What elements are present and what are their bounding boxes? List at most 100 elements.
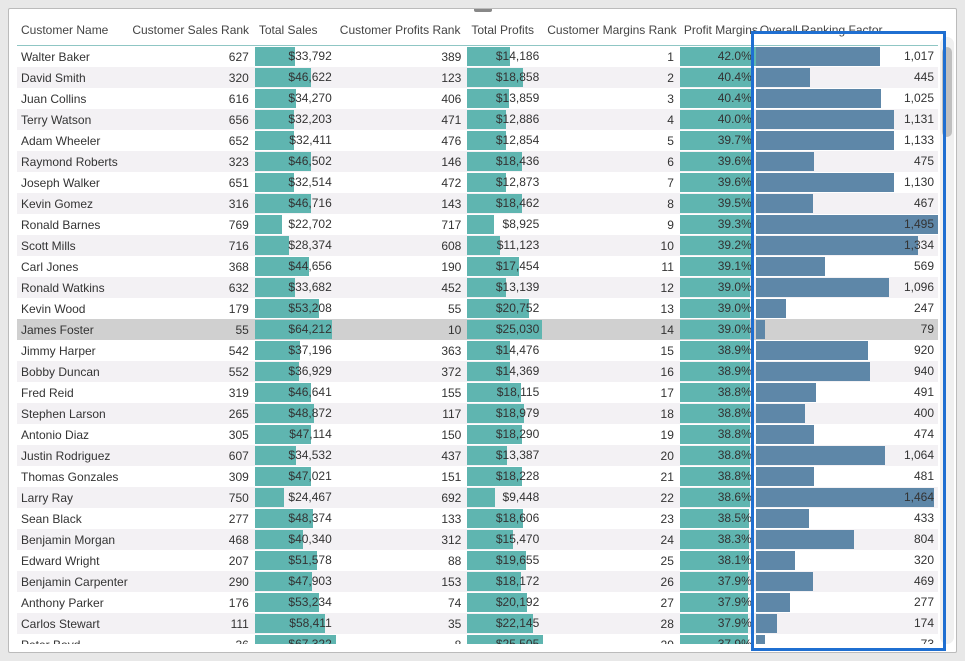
- margins-rank-cell: 23: [543, 512, 680, 526]
- overall-ranking-bar: 491: [756, 382, 938, 403]
- table-row[interactable]: Ronald Barnes769$22,702717$8,925939.3%1,…: [17, 214, 938, 235]
- table-row[interactable]: Anthony Parker176$53,23474$20,1922737.9%…: [17, 592, 938, 613]
- total-profits-bar: $18,462: [467, 193, 543, 214]
- overall-ranking-bar: 569: [756, 256, 938, 277]
- table-row[interactable]: Antonio Diaz305$47,114150$18,2901938.8%4…: [17, 424, 938, 445]
- vertical-scrollbar[interactable]: [940, 37, 954, 644]
- sales-rank-cell: 320: [128, 71, 255, 85]
- overall-ranking-bar: 920: [756, 340, 938, 361]
- profits-rank-cell: 146: [336, 155, 468, 169]
- overall-ranking-bar: 1,464: [756, 487, 938, 508]
- sales-rank-cell: 277: [128, 512, 255, 526]
- profits-rank-cell: 692: [336, 491, 468, 505]
- sales-rank-cell: 179: [128, 302, 255, 316]
- sales-rank-cell: 309: [128, 470, 255, 484]
- col-header-sales-rank[interactable]: Customer Sales Rank: [128, 17, 255, 46]
- overall-ranking-bar: 1,025: [756, 88, 938, 109]
- resize-handle-top[interactable]: [474, 8, 492, 12]
- profits-rank-cell: 155: [336, 386, 468, 400]
- profit-margins-bar: 38.1%: [680, 550, 756, 571]
- table-row[interactable]: Ronald Watkins632$33,682452$13,1391239.0…: [17, 277, 938, 298]
- table-row[interactable]: Carlos Stewart111$58,41135$22,1452837.9%…: [17, 613, 938, 634]
- margins-rank-cell: 15: [543, 344, 680, 358]
- margins-rank-cell: 19: [543, 428, 680, 442]
- sales-rank-cell: 368: [128, 260, 255, 274]
- sales-rank-cell: 769: [128, 218, 255, 232]
- table-row[interactable]: Carl Jones368$44,656190$17,4541139.1%569: [17, 256, 938, 277]
- total-profits-bar: $12,854: [467, 130, 543, 151]
- table-row[interactable]: Juan Collins616$34,270406$13,859340.4%1,…: [17, 88, 938, 109]
- customer-name-cell: Terry Watson: [17, 113, 95, 127]
- profits-rank-cell: 472: [336, 176, 468, 190]
- total-sales-bar: $32,203: [255, 109, 336, 130]
- table-row[interactable]: Edward Wright207$51,57888$19,6552538.1%3…: [17, 550, 938, 571]
- sales-rank-cell: 290: [128, 575, 255, 589]
- table-row[interactable]: Larry Ray750$24,467692$9,4482238.6%1,464: [17, 487, 938, 508]
- profit-margins-bar: 39.0%: [680, 319, 756, 340]
- more-options-icon[interactable]: ⋯: [938, 8, 952, 12]
- table-row[interactable]: Jimmy Harper542$37,196363$14,4761538.9%9…: [17, 340, 938, 361]
- table-row[interactable]: Thomas Gonzales309$47,021151$18,2282138.…: [17, 466, 938, 487]
- table-row[interactable]: Terry Watson656$32,203471$12,886440.0%1,…: [17, 109, 938, 130]
- sales-rank-cell: 542: [128, 344, 255, 358]
- table-row[interactable]: Benjamin Morgan468$40,340312$15,4702438.…: [17, 529, 938, 550]
- col-header-margins-rank[interactable]: Customer Margins Rank: [543, 17, 680, 46]
- total-sales-bar: $58,411: [255, 613, 336, 634]
- profit-margins-bar: 38.8%: [680, 403, 756, 424]
- table-row[interactable]: Sean Black277$48,374133$18,6062338.5%433: [17, 508, 938, 529]
- profits-rank-cell: 372: [336, 365, 468, 379]
- col-header-total-profits[interactable]: Total Profits: [467, 17, 543, 46]
- table-row[interactable]: Adam Wheeler652$32,411476$12,854539.7%1,…: [17, 130, 938, 151]
- table-row[interactable]: Kevin Gomez316$46,716143$18,462839.5%467: [17, 193, 938, 214]
- profit-margins-bar: 38.6%: [680, 487, 756, 508]
- col-header-profits-rank[interactable]: Customer Profits Rank: [336, 17, 468, 46]
- focus-mode-icon[interactable]: ⤢: [921, 8, 932, 12]
- table-row[interactable]: Joseph Walker651$32,514472$12,873739.6%1…: [17, 172, 938, 193]
- table-row[interactable]: Peter Boyd36$67,3228$25,5052937.9%73: [17, 634, 938, 644]
- customer-name-cell: Anthony Parker: [17, 596, 108, 610]
- table-row[interactable]: Stephen Larson265$48,872117$18,9791838.8…: [17, 403, 938, 424]
- total-sales-bar: $40,340: [255, 529, 336, 550]
- sales-rank-cell: 627: [128, 50, 255, 64]
- margins-rank-cell: 24: [543, 533, 680, 547]
- profits-rank-cell: 389: [336, 50, 468, 64]
- table-row[interactable]: Raymond Roberts323$46,502146$18,436639.6…: [17, 151, 938, 172]
- scrollbar-thumb[interactable]: [942, 47, 952, 137]
- col-header-overall[interactable]: Overall Ranking Factor: [756, 17, 938, 46]
- table-row[interactable]: Walter Baker627$33,792389$14,186142.0%1,…: [17, 46, 938, 68]
- table-row[interactable]: Kevin Wood179$53,20855$20,7521339.0%247: [17, 298, 938, 319]
- total-profits-bar: $18,228: [467, 466, 543, 487]
- margins-rank-cell: 21: [543, 470, 680, 484]
- profits-rank-cell: 10: [336, 323, 468, 337]
- customer-name-cell: Adam Wheeler: [17, 134, 104, 148]
- total-sales-bar: $36,929: [255, 361, 336, 382]
- table-row[interactable]: Bobby Duncan552$36,929372$14,3691638.9%9…: [17, 361, 938, 382]
- overall-ranking-bar: 467: [756, 193, 938, 214]
- total-sales-bar: $48,872: [255, 403, 336, 424]
- table-row[interactable]: David Smith320$46,622123$18,858240.4%445: [17, 67, 938, 88]
- col-header-profit-margins[interactable]: Profit Margins: [680, 17, 756, 46]
- profits-rank-cell: 153: [336, 575, 468, 589]
- total-sales-bar: $33,682: [255, 277, 336, 298]
- header-row[interactable]: Customer Name Customer Sales Rank Total …: [17, 17, 938, 46]
- sales-rank-cell: 468: [128, 533, 255, 547]
- table-row[interactable]: Fred Reid319$46,641155$18,1151738.8%491: [17, 382, 938, 403]
- overall-ranking-bar: 1,064: [756, 445, 938, 466]
- overall-ranking-bar: 277: [756, 592, 938, 613]
- col-header-total-sales[interactable]: Total Sales: [255, 17, 336, 46]
- profit-margins-bar: 38.9%: [680, 361, 756, 382]
- sales-rank-cell: 207: [128, 554, 255, 568]
- customer-name-cell: Jimmy Harper: [17, 344, 100, 358]
- table-row[interactable]: James Foster55$64,21210$25,0301439.0%79: [17, 319, 938, 340]
- profit-margins-bar: 39.6%: [680, 172, 756, 193]
- table-row[interactable]: Scott Mills716$28,374608$11,1231039.2%1,…: [17, 235, 938, 256]
- table-row[interactable]: Benjamin Carpenter290$47,903153$18,17226…: [17, 571, 938, 592]
- total-profits-bar: $8,925: [467, 214, 543, 235]
- margins-rank-cell: 13: [543, 302, 680, 316]
- profit-margins-bar: 37.9%: [680, 634, 756, 644]
- table-row[interactable]: Justin Rodriguez607$34,532437$13,3872038…: [17, 445, 938, 466]
- sales-rank-cell: 651: [128, 176, 255, 190]
- col-header-name[interactable]: Customer Name: [17, 17, 128, 46]
- sales-rank-cell: 750: [128, 491, 255, 505]
- customer-table[interactable]: Customer Name Customer Sales Rank Total …: [17, 17, 938, 644]
